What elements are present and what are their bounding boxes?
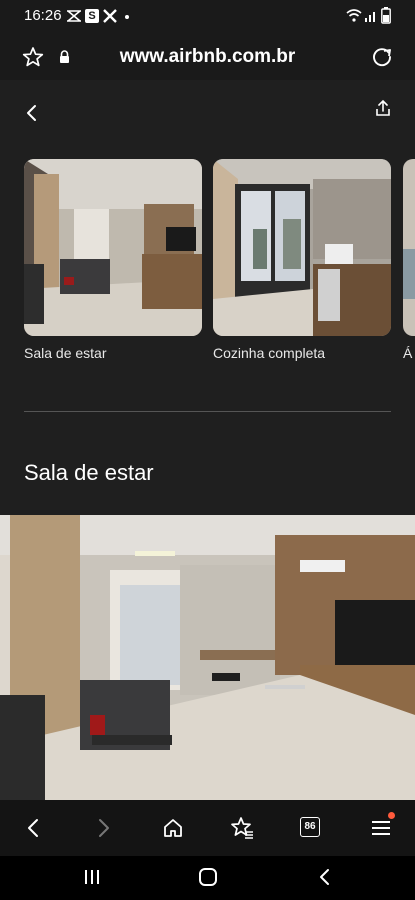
- forward-icon[interactable]: [97, 818, 111, 838]
- divider: [24, 411, 391, 412]
- reload-icon[interactable]: [371, 46, 393, 68]
- browser-bottom-bar: 86: [0, 800, 415, 856]
- caption-sala: Sala de estar: [24, 345, 107, 361]
- area-photo: [403, 159, 415, 336]
- notification-dot: [388, 812, 395, 819]
- dot-icon: [125, 15, 129, 19]
- home-icon[interactable]: [162, 817, 184, 839]
- photo-thumbnail[interactable]: [213, 159, 391, 336]
- back-icon[interactable]: [26, 818, 40, 838]
- address-bar: www.airbnb.com.br: [0, 34, 415, 80]
- recent-apps-icon[interactable]: [83, 869, 101, 885]
- tabs-button[interactable]: 86: [300, 817, 320, 837]
- photo-thumbnail[interactable]: [24, 159, 202, 336]
- kitchen-photo: [213, 159, 391, 336]
- caption-cozinha: Cozinha completa: [213, 345, 326, 361]
- signal-icon: [365, 12, 375, 22]
- caption-partial: Á: [403, 345, 413, 361]
- status-time: 16:26: [24, 7, 62, 24]
- share-icon[interactable]: [374, 99, 392, 117]
- section-title: Sala de estar: [24, 460, 154, 485]
- tab-count: 86: [304, 821, 316, 832]
- x-icon: [103, 9, 117, 23]
- status-bar: 16:26 S: [0, 0, 415, 34]
- photo-thumbnail[interactable]: [403, 159, 415, 336]
- url-text[interactable]: www.airbnb.com.br: [0, 46, 415, 68]
- home-button-icon[interactable]: [198, 867, 218, 887]
- living-room-photo: [24, 159, 202, 336]
- living-room-large-photo: [0, 515, 415, 800]
- zoom-icon: [67, 10, 81, 22]
- wifi-icon: [346, 9, 362, 22]
- s-app-icon: S: [85, 9, 99, 23]
- bookmarks-icon[interactable]: [230, 816, 254, 840]
- back-arrow-icon[interactable]: [25, 104, 39, 122]
- system-back-icon[interactable]: [317, 868, 331, 886]
- system-navigation-bar: [0, 856, 415, 900]
- menu-icon[interactable]: [371, 819, 391, 837]
- large-photo[interactable]: [0, 515, 415, 800]
- battery-icon: [381, 7, 391, 24]
